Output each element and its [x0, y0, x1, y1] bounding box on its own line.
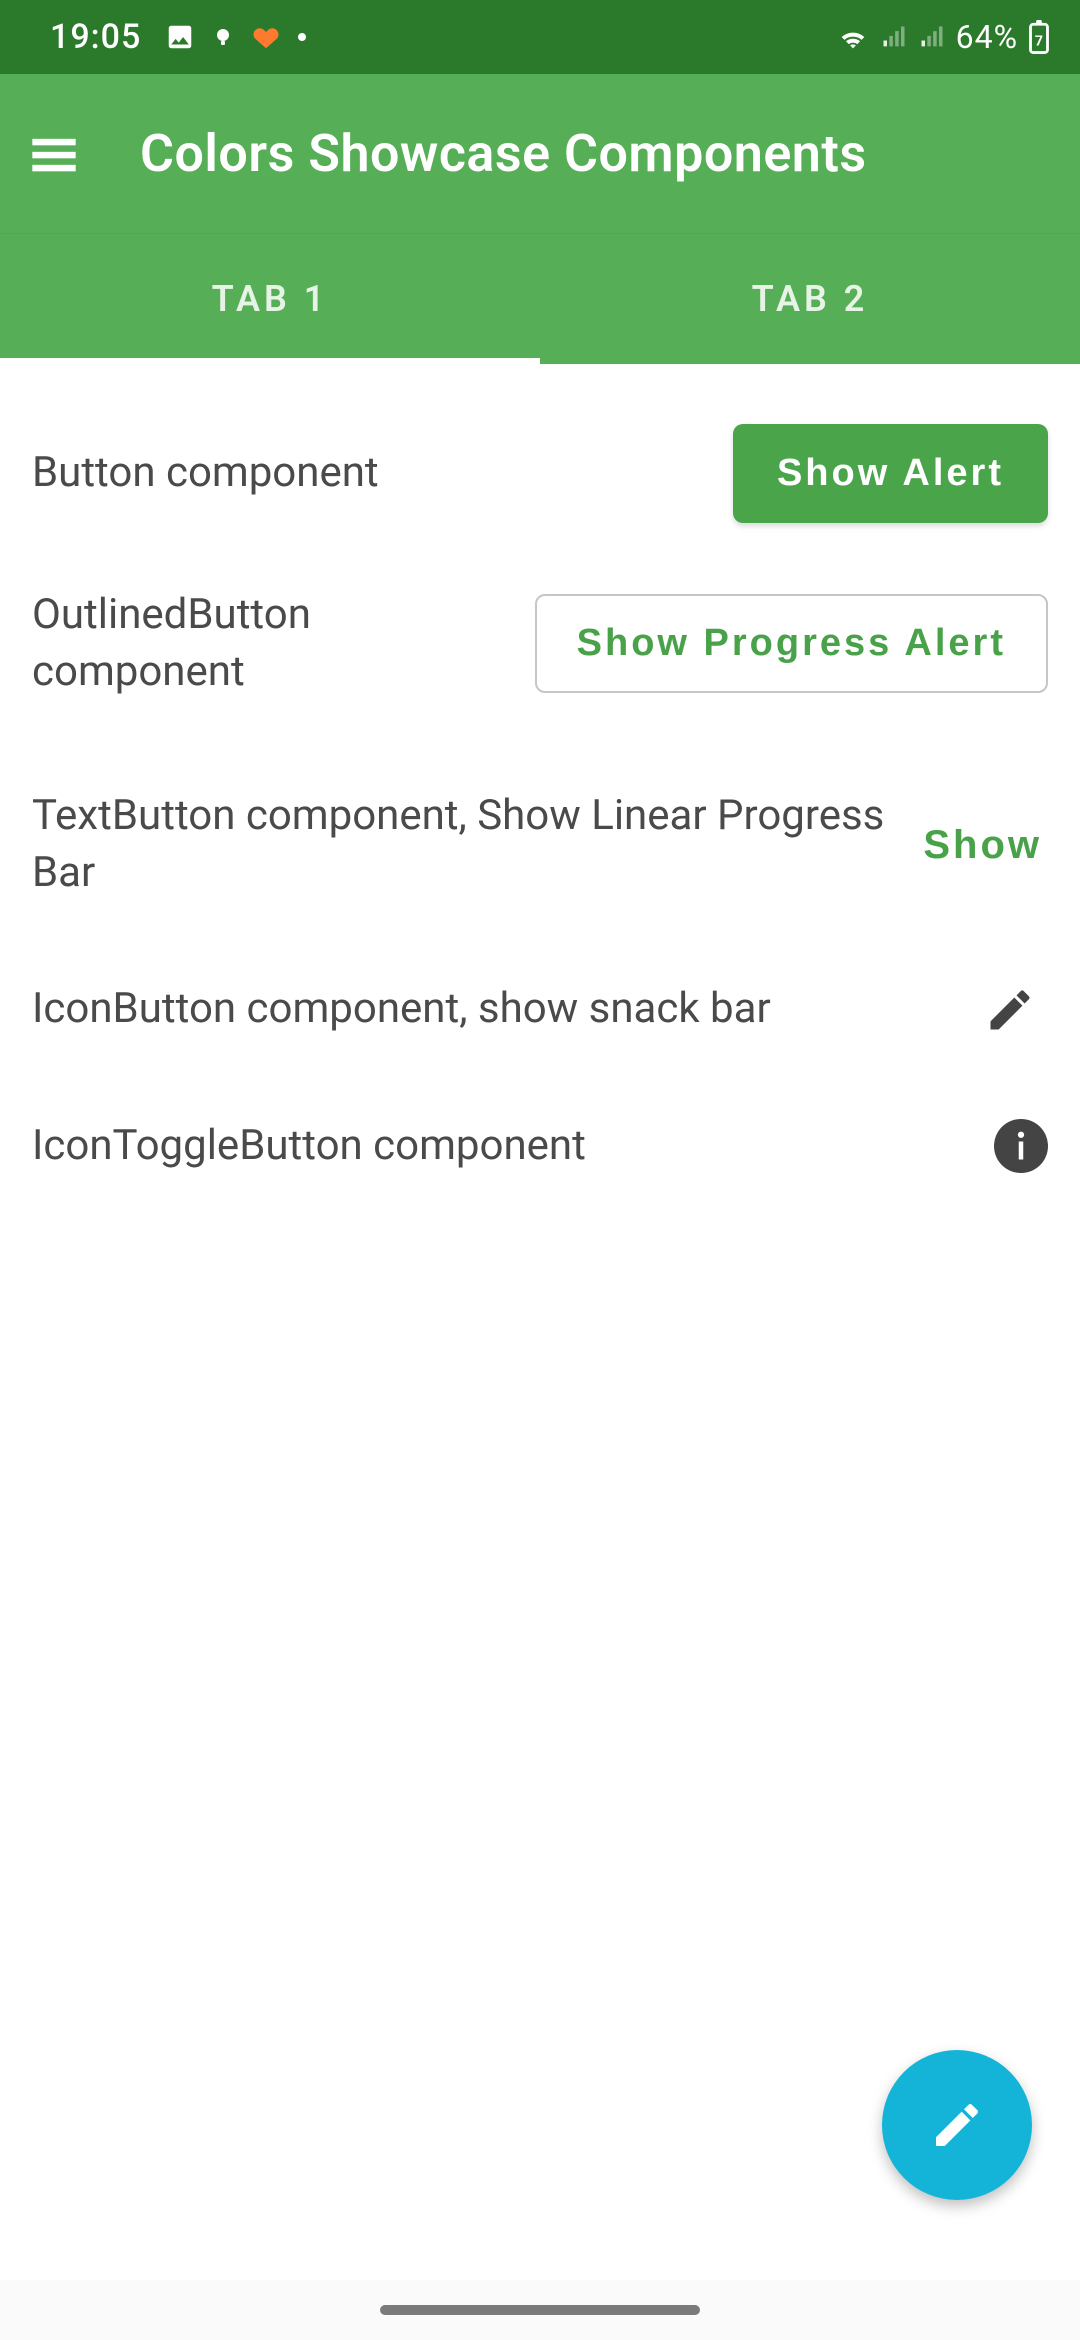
system-nav-bar	[0, 2280, 1080, 2340]
button-component-label: Button component	[32, 445, 703, 502]
pencil-icon	[929, 2097, 985, 2153]
row-button-component: Button component Show Alert	[28, 398, 1052, 549]
show-alert-button[interactable]: Show Alert	[733, 424, 1048, 523]
content-area: Button component Show Alert OutlinedButt…	[0, 364, 1080, 2280]
tab-bar: TAB 1 TAB 2	[0, 234, 1080, 364]
text-button-component-label: TextButton component, Show Linear Progre…	[32, 788, 887, 901]
svg-text:7: 7	[1035, 34, 1043, 50]
tab-1[interactable]: TAB 1	[0, 234, 540, 364]
status-bar: 19:05 64% 7	[0, 0, 1080, 74]
tab-2[interactable]: TAB 2	[540, 234, 1080, 364]
status-left: 19:05	[50, 17, 307, 57]
status-right: 64% 7	[836, 18, 1050, 56]
row-text-button-component: TextButton component, Show Linear Progre…	[28, 738, 1052, 931]
status-time: 19:05	[50, 17, 141, 57]
info-icon-toggle-button[interactable]	[994, 1119, 1048, 1173]
show-text-button[interactable]: Show	[917, 803, 1048, 888]
row-icon-toggle-button-component: IconToggleButton component	[28, 1078, 1052, 1201]
menu-icon[interactable]	[28, 128, 80, 180]
app-bar: Colors Showcase Components	[0, 74, 1080, 234]
edit-fab[interactable]	[882, 2050, 1032, 2200]
row-outlined-button-component: OutlinedButton component Show Progress A…	[28, 549, 1052, 738]
heart-icon	[251, 22, 281, 52]
edit-icon-button[interactable]	[972, 972, 1048, 1048]
row-icon-button-component: IconButton component, show snack bar	[28, 932, 1052, 1078]
wifi-icon	[836, 20, 870, 54]
signal-2-icon	[918, 23, 946, 51]
tab-1-label: TAB 1	[212, 278, 329, 320]
battery-icon: 7	[1028, 20, 1050, 54]
page-title: Colors Showcase Components	[140, 123, 867, 184]
signal-1-icon	[880, 23, 908, 51]
outlined-button-component-label: OutlinedButton component	[32, 587, 505, 700]
tab-2-label: TAB 2	[752, 278, 869, 320]
icon-button-component-label: IconButton component, show snack bar	[32, 981, 942, 1038]
info-icon	[994, 1119, 1048, 1173]
nav-handle[interactable]	[380, 2305, 700, 2315]
picture-icon	[165, 22, 195, 52]
show-progress-alert-button[interactable]: Show Progress Alert	[535, 594, 1048, 693]
pencil-icon	[984, 984, 1036, 1036]
bulb-icon	[211, 25, 235, 49]
icon-toggle-button-component-label: IconToggleButton component	[32, 1118, 964, 1175]
battery-percent: 64%	[956, 18, 1018, 56]
dot-icon	[297, 32, 307, 42]
